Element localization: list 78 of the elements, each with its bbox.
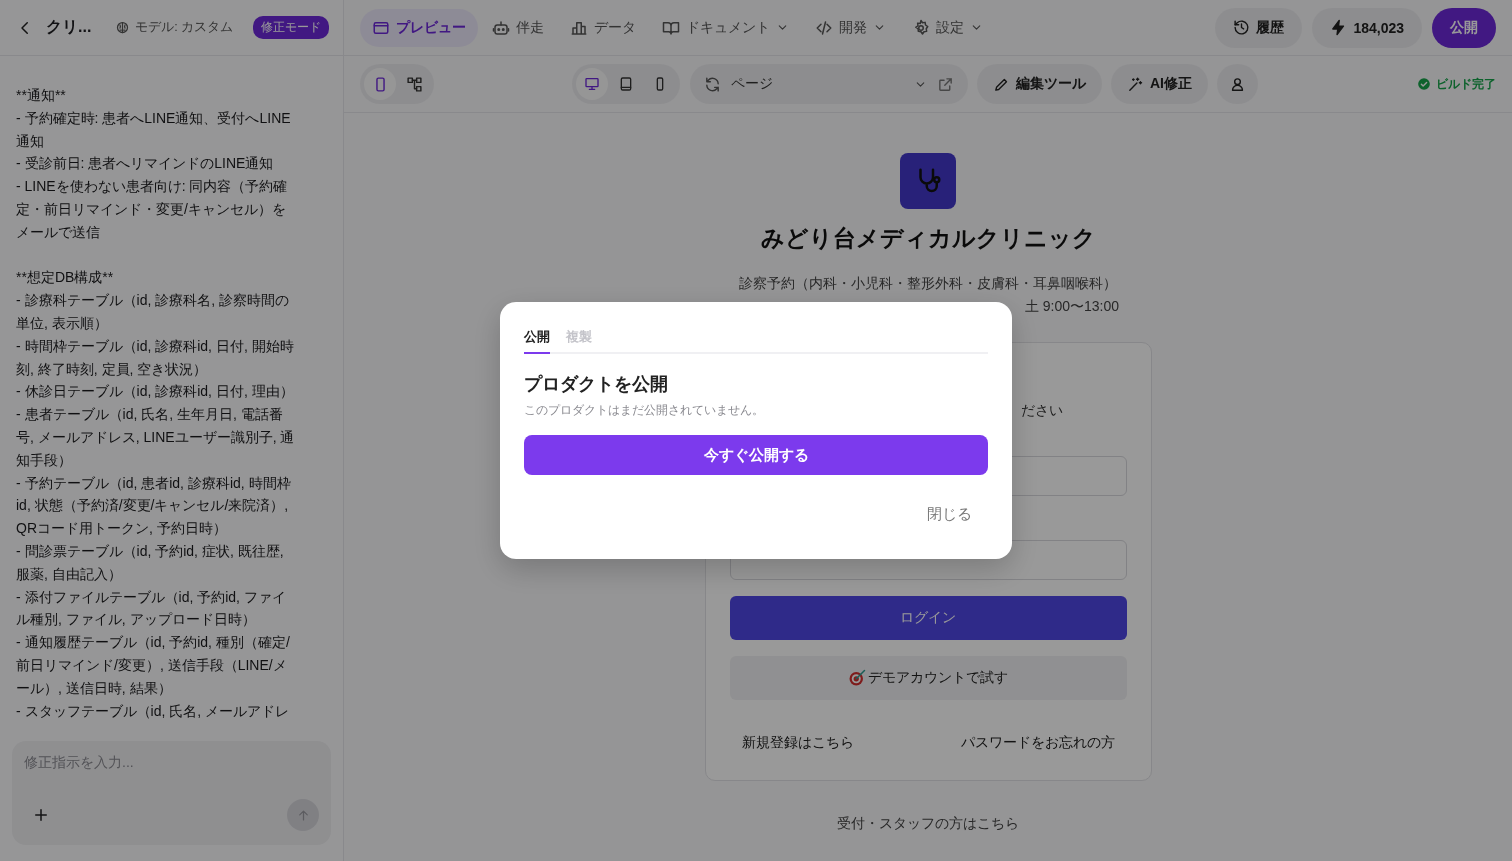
chat-text-line: QRコード用トークン, 予約日時） bbox=[16, 519, 228, 539]
chat-text-line: 号, メールアドレス, LINEユーザー識別子, 通 bbox=[16, 427, 296, 447]
settings-icon bbox=[912, 18, 930, 37]
code-icon bbox=[815, 18, 833, 37]
card-instruction-text: ださい bbox=[1020, 401, 1063, 419]
external-link-icon bbox=[937, 75, 954, 93]
mode-badge: 修正モード bbox=[253, 16, 330, 39]
demo-account-button[interactable]: デモアカウントで試す bbox=[729, 656, 1127, 700]
robot-icon bbox=[492, 18, 510, 37]
publish-button[interactable]: 公開 bbox=[1432, 7, 1496, 48]
desktop-view-button[interactable] bbox=[576, 68, 608, 100]
brain-icon bbox=[115, 20, 131, 35]
chat-text-line: - 通知履歴テーブル（id, 予約id, 種別（確定/ bbox=[16, 633, 291, 653]
dialog-message: このプロダクトはまだ公開されていません。 bbox=[524, 402, 765, 419]
publish-now-button[interactable]: 今すぐ公開する bbox=[524, 435, 988, 475]
project-title: クリ... bbox=[46, 17, 92, 37]
page-selector-value: ページ bbox=[731, 75, 774, 93]
chat-text-line: - 受診前日: 患者へリマインドのLINE通知 bbox=[16, 154, 275, 174]
history-button[interactable]: 履歴 bbox=[1215, 7, 1303, 48]
modal-tab[interactable]: 公開 bbox=[524, 326, 550, 354]
chat-text-line: - 診療科テーブル（id, 診療科名, 診察時間の bbox=[16, 291, 290, 311]
chat-text-line: - LINEを使わない患者向け: 同内容（予約確 bbox=[16, 177, 289, 197]
nav-tab[interactable]: 伴走 bbox=[480, 8, 556, 47]
login-button[interactable]: ログイン bbox=[729, 596, 1127, 640]
chat-text-line: - 添付ファイルテーブル（id, 予約id, ファイ bbox=[16, 587, 287, 607]
nav-tab[interactable]: データ bbox=[558, 8, 648, 47]
credits-button[interactable]: 184,023 bbox=[1312, 7, 1422, 48]
text-link[interactable]: パスワードをお忘れの方 bbox=[960, 734, 1115, 752]
chat-text-line: 定・前日リマインド・変更/キャンセル）を bbox=[16, 200, 287, 219]
target-icon bbox=[848, 669, 866, 687]
plus-icon bbox=[32, 806, 50, 824]
nav-tab[interactable]: プレビュー bbox=[360, 8, 478, 47]
clinic-info-text: 診察予約（内科・小児科・整形外科・皮膚科・耳鼻咽喉科） bbox=[739, 274, 1117, 293]
chat-text-line: - 予約確定時: 患者へLINE通知、受付へLINE bbox=[16, 108, 292, 128]
chat-text-line: 知手段） bbox=[16, 450, 73, 470]
chat-text-line: - スタッフテーブル（id, 氏名, メールアドレ bbox=[16, 701, 290, 721]
magic-wand-icon bbox=[1127, 75, 1144, 93]
page-view-button[interactable] bbox=[364, 68, 396, 100]
sitemap-icon bbox=[405, 75, 423, 93]
chat-text-line: - 休診日テーブル（id, 診療科id, 日付, 理由） bbox=[16, 382, 295, 402]
chat-text-line: ール）, 送信日時, 結果） bbox=[16, 678, 173, 698]
chat-text-line: メールで送信 bbox=[16, 222, 101, 242]
close-button[interactable]: 閉じる bbox=[911, 497, 988, 532]
nav-tab[interactable]: 開発 bbox=[803, 8, 898, 47]
chat-text-line: 単位, 表示順） bbox=[16, 313, 109, 333]
chat-text-line: 通知 bbox=[16, 131, 45, 151]
clinic-name: みどり台メディカルクリニック bbox=[760, 224, 1096, 253]
build-status: ビルド完了 bbox=[1436, 75, 1496, 93]
text-link[interactable]: 新規登録はこちら bbox=[741, 734, 854, 752]
attach-button[interactable] bbox=[32, 806, 50, 824]
chat-text-line: - 患者テーブル（id, 氏名, 生年月日, 電話番 bbox=[16, 405, 284, 425]
nav-tab[interactable]: ドキュメント bbox=[650, 8, 801, 47]
staff-link[interactable]: 受付・スタッフの方はこちら bbox=[837, 815, 1019, 833]
chat-text-line: **想定DB構成** bbox=[16, 268, 115, 288]
chat-text-line: - 予約テーブル（id, 患者id, 診療科id, 時間枠 bbox=[16, 473, 292, 493]
dialog-title: プロダクトを公開 bbox=[524, 373, 669, 396]
nav-tab[interactable]: 設定 bbox=[900, 8, 995, 47]
chat-text-line: 刻, 終了時刻, 定員, 空き状況） bbox=[16, 359, 209, 379]
chat-text-line: 服薬, 自由記入） bbox=[16, 564, 123, 584]
tablet-icon bbox=[618, 76, 634, 92]
user-icon bbox=[1229, 75, 1246, 93]
check-circle-icon bbox=[1417, 77, 1431, 91]
page-selector[interactable]: ページ bbox=[690, 64, 968, 104]
history-icon bbox=[1233, 19, 1251, 36]
chat-text-line: 前日リマインド/変更）, 送信手段（LINE/メ bbox=[16, 655, 288, 675]
chat-text-line: - 時間枠テーブル（id, 診療科id, 日付, 開始時 bbox=[16, 336, 295, 356]
refresh-icon bbox=[704, 75, 721, 93]
chat-text-line: **通知** bbox=[16, 86, 67, 105]
account-button[interactable] bbox=[1217, 64, 1258, 104]
ai-fix-button[interactable]: AI修正 bbox=[1111, 64, 1208, 104]
open-external-button[interactable] bbox=[937, 75, 954, 93]
chat-text-line: - 問診票テーブル（id, 予約id, 症状, 既往歴, bbox=[16, 541, 285, 561]
edit-tools-button[interactable]: 編集ツール bbox=[977, 64, 1102, 104]
opening-hours-text: 土 9:00〜13:00 bbox=[1023, 297, 1119, 316]
chat-text-line: id, 状態（予約済/変更/キャンセル/来院済）, bbox=[16, 496, 290, 516]
desktop-icon bbox=[584, 76, 600, 92]
model-label: モデル: カスタム bbox=[135, 19, 234, 36]
chat-text-line: ル種別, ファイル, アップロード日時） bbox=[16, 610, 257, 630]
